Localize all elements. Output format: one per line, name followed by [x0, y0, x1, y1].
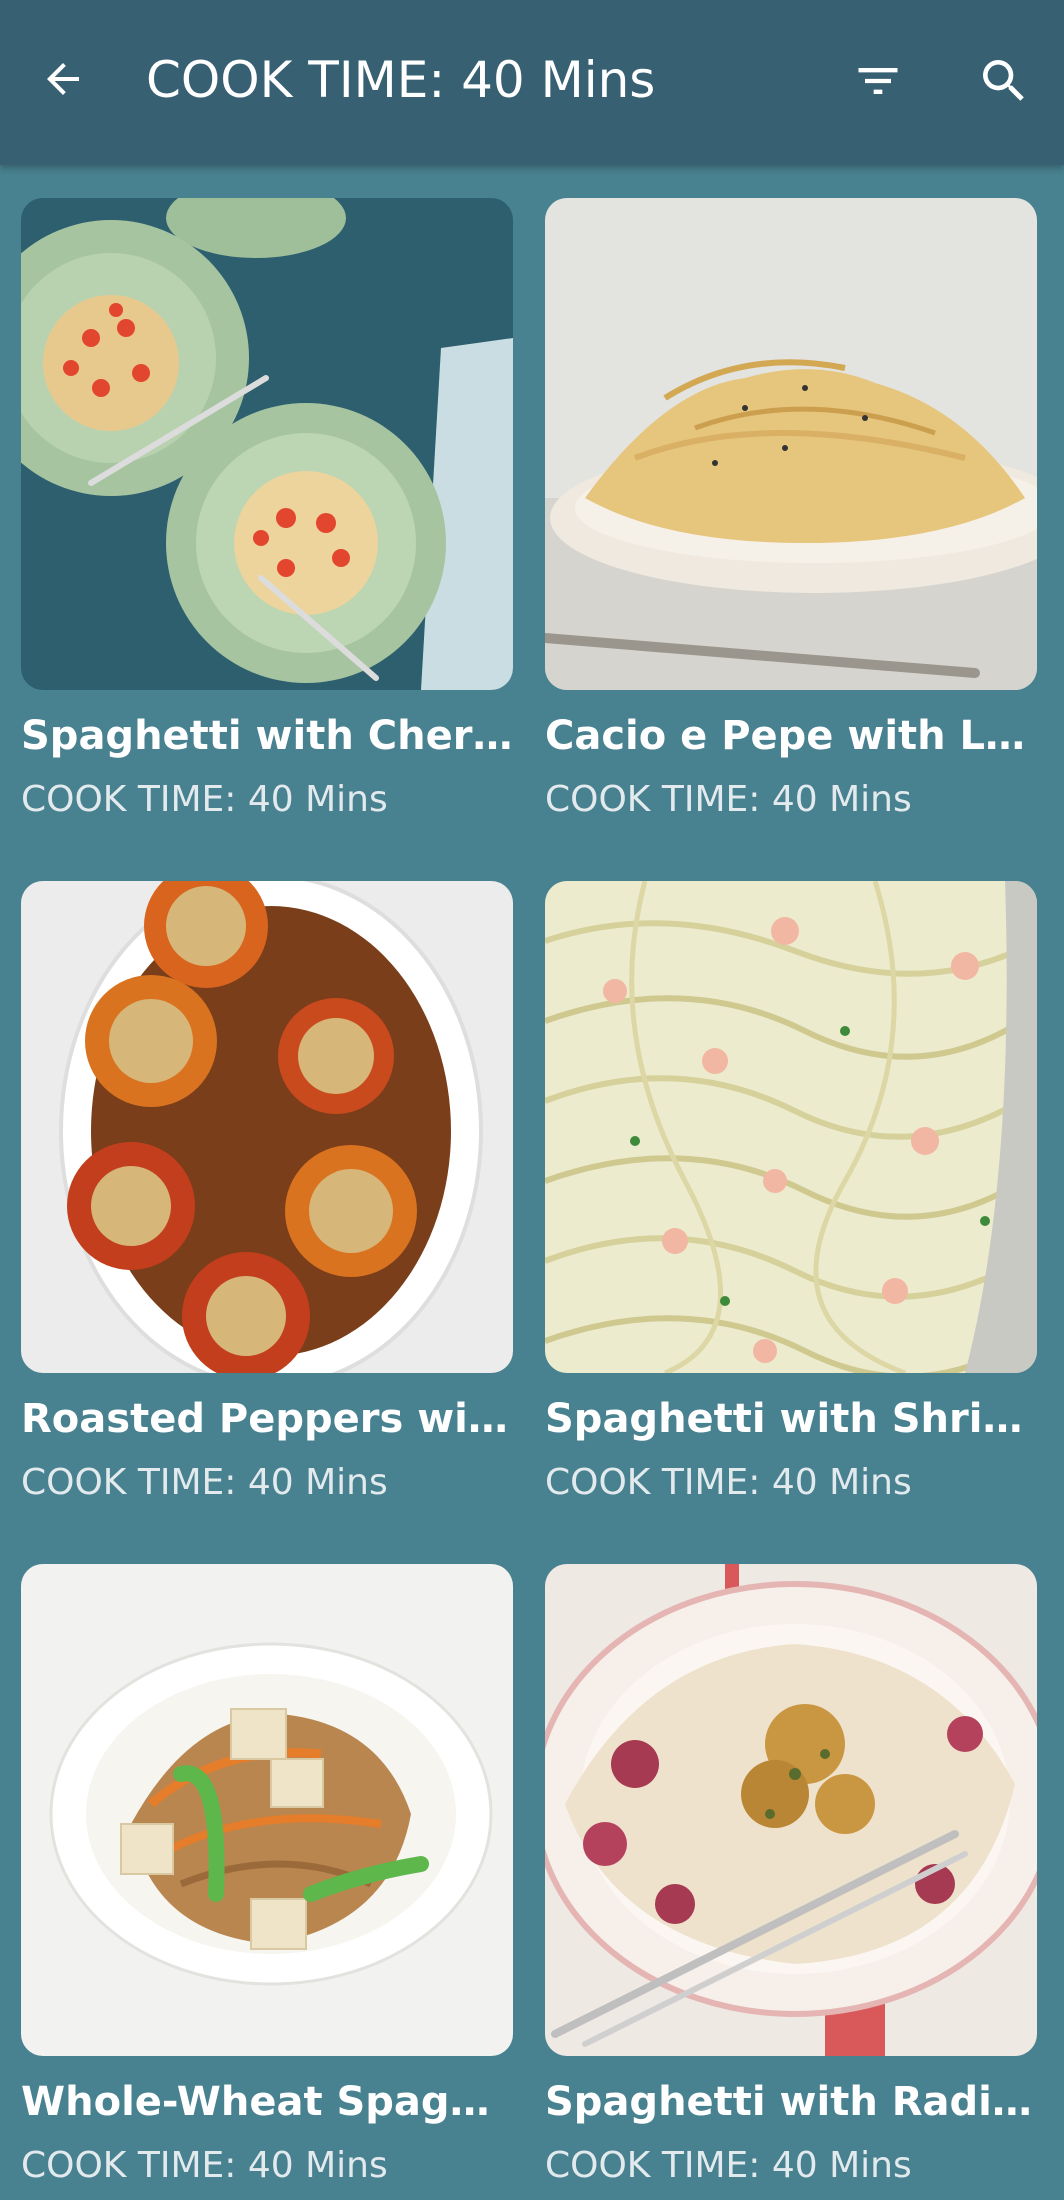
recipe-title: Spaghetti with Cherry ... [21, 713, 513, 759]
recipe-title: Roasted Peppers with ... [21, 1396, 513, 1442]
recipe-grid: Spaghetti with Cherry ... COOK TIME: 40 … [0, 165, 1064, 2200]
recipe-card[interactable]: Spaghetti with Shrimp... COOK TIME: 40 M… [545, 881, 1037, 1503]
filter-button[interactable] [846, 49, 910, 113]
recipe-card[interactable]: Spaghetti with Radicc... COOK TIME: 40 M… [545, 1564, 1037, 2186]
filter-icon [858, 68, 898, 94]
recipe-card[interactable]: Roasted Peppers with ... COOK TIME: 40 M… [21, 881, 513, 1503]
recipe-image [545, 198, 1037, 690]
page-title: COOK TIME: 40 Mins [146, 51, 656, 109]
recipe-image [21, 881, 513, 1373]
arrow-left-icon [47, 63, 79, 95]
recipe-image [21, 1564, 513, 2056]
recipe-cook-time: COOK TIME: 40 Mins [21, 779, 388, 820]
app-bar: COOK TIME: 40 Mins [0, 0, 1064, 165]
search-icon [983, 60, 1024, 101]
recipe-cook-time: COOK TIME: 40 Mins [545, 779, 912, 820]
recipe-title: Spaghetti with Radicc... [545, 2079, 1037, 2125]
recipe-card[interactable]: Whole-Wheat Spaghe... COOK TIME: 40 Mins [21, 1564, 513, 2186]
recipe-title: Whole-Wheat Spaghe... [21, 2079, 513, 2125]
recipe-image [545, 1564, 1037, 2056]
recipe-card[interactable]: Cacio e Pepe with Le... COOK TIME: 40 Mi… [545, 198, 1037, 820]
recipe-title: Cacio e Pepe with Le... [545, 713, 1037, 759]
recipe-cook-time: COOK TIME: 40 Mins [21, 1462, 388, 1503]
recipe-image [545, 881, 1037, 1373]
recipe-cook-time: COOK TIME: 40 Mins [545, 2145, 912, 2186]
recipe-cook-time: COOK TIME: 40 Mins [545, 1462, 912, 1503]
recipe-title: Spaghetti with Shrimp... [545, 1396, 1037, 1442]
back-button[interactable] [33, 49, 93, 109]
recipe-card[interactable]: Spaghetti with Cherry ... COOK TIME: 40 … [21, 198, 513, 820]
search-button[interactable] [972, 49, 1036, 113]
recipe-image [21, 198, 513, 690]
recipe-cook-time: COOK TIME: 40 Mins [21, 2145, 388, 2186]
